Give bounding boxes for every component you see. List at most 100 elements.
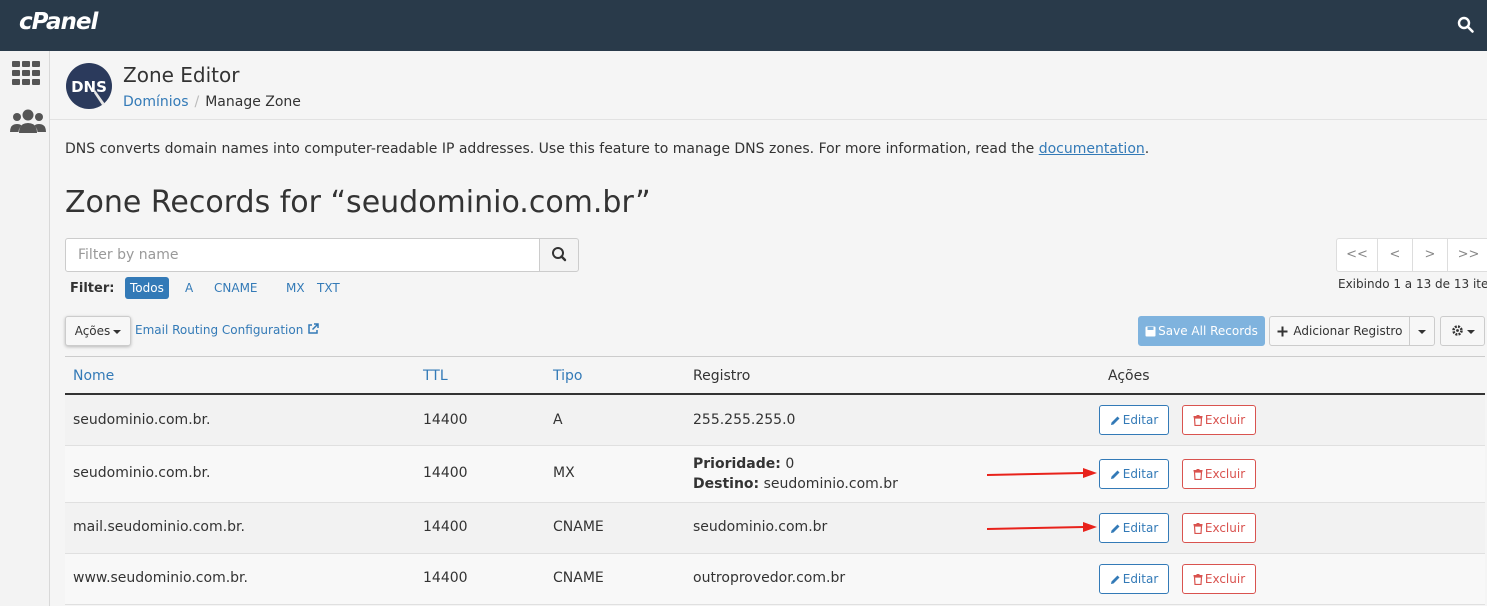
edit-button[interactable]: Editar	[1099, 459, 1169, 489]
zone-records-title: Zone Records for “seudominio.com.br”	[65, 185, 651, 220]
chevron-down-icon	[1466, 329, 1475, 334]
mx-destination: Destino: seudominio.com.br	[693, 476, 898, 492]
pagination-status: Exibindo 1 a 13 de 13 itens	[1338, 277, 1487, 291]
trash-icon	[1193, 467, 1205, 481]
record-ttl: 14400	[423, 412, 468, 428]
edit-button[interactable]: Editar	[1099, 405, 1169, 435]
edit-label: Editar	[1122, 413, 1159, 427]
record-ttl: 14400	[423, 519, 468, 535]
record-ttl: 14400	[423, 570, 468, 586]
main-content: DNS Zone Editor Domínios / Manage Zone DNS…	[50, 51, 1487, 606]
mx-destination-value: seudominio.com.br	[763, 476, 898, 492]
pagination: << < > >>	[1336, 238, 1487, 272]
mx-priority: Prioridade: 0	[693, 456, 794, 472]
page-title: Zone Editor	[123, 63, 240, 87]
column-header-actions: Ações	[1108, 368, 1150, 384]
record-type: MX	[553, 465, 575, 481]
header-divider	[50, 119, 1487, 120]
delete-button[interactable]: Excluir	[1182, 459, 1256, 489]
zone-records-table: Nome TTL Tipo Registro Ações seudominio.…	[65, 356, 1485, 605]
pencil-icon	[1110, 521, 1123, 535]
delete-label: Excluir	[1204, 413, 1246, 427]
column-header-name[interactable]: Nome	[73, 368, 114, 384]
record-name: seudominio.com.br.	[73, 465, 211, 481]
breadcrumb-separator: /	[194, 94, 200, 110]
documentation-link[interactable]: documentation	[1039, 141, 1145, 157]
table-row: seudominio.com.br. 14400 MX Prioridade: …	[65, 446, 1485, 503]
search-icon[interactable]	[1457, 16, 1475, 34]
save-all-records-button[interactable]: Save All Records	[1138, 316, 1265, 346]
filter-search-button[interactable]	[539, 238, 579, 272]
settings-dropdown-button[interactable]	[1440, 316, 1485, 346]
red-arrow-annotation	[987, 522, 1097, 532]
table-header: Nome TTL Tipo Registro Ações	[65, 357, 1485, 395]
table-row: www.seudominio.com.br. 14400 CNAME outro…	[65, 554, 1485, 605]
last-page-button[interactable]: >>	[1447, 239, 1487, 271]
users-icon[interactable]	[10, 106, 46, 136]
chevron-down-icon	[113, 329, 122, 334]
record-value: 255.255.255.0	[693, 412, 796, 428]
mx-priority-label: Prioridade:	[693, 456, 781, 472]
pencil-icon	[1110, 413, 1123, 427]
edit-button[interactable]: Editar	[1099, 513, 1169, 543]
save-icon	[1145, 324, 1158, 338]
description-end: .	[1144, 141, 1150, 157]
email-routing-label: Email Routing Configuration	[135, 323, 304, 337]
page-description: DNS converts domain names into computer-…	[65, 141, 1149, 157]
filter-label: Filter:	[70, 281, 115, 296]
svg-text:DNS: DNS	[71, 78, 107, 96]
actions-dropdown-button[interactable]: Ações	[65, 316, 131, 346]
filter-todos[interactable]: Todos	[125, 277, 169, 299]
edit-button[interactable]: Editar	[1099, 564, 1169, 594]
delete-button[interactable]: Excluir	[1182, 564, 1256, 594]
actions-dropdown-label: Ações	[74, 324, 111, 338]
column-header-type[interactable]: Tipo	[553, 368, 582, 384]
email-routing-link[interactable]: Email Routing Configuration	[135, 323, 319, 337]
record-value: seudominio.com.br	[693, 519, 828, 535]
pencil-icon	[1110, 467, 1123, 481]
column-header-record: Registro	[693, 368, 751, 384]
table-row: mail.seudominio.com.br. 14400 CNAME seud…	[65, 503, 1485, 554]
delete-label: Excluir	[1204, 572, 1246, 586]
filter-mx[interactable]: MX	[281, 277, 310, 299]
cpanel-logo[interactable]: cPanel	[19, 9, 98, 35]
first-page-button[interactable]: <<	[1337, 239, 1377, 271]
delete-button[interactable]: Excluir	[1182, 513, 1256, 543]
column-header-ttl[interactable]: TTL	[423, 368, 448, 384]
gear-icon	[1451, 324, 1464, 338]
delete-button[interactable]: Excluir	[1182, 405, 1256, 435]
edit-label: Editar	[1122, 572, 1159, 586]
description-text: DNS converts domain names into computer-…	[65, 141, 1039, 157]
filter-cname[interactable]: CNAME	[209, 277, 263, 299]
red-arrow-annotation	[987, 468, 1097, 478]
delete-label: Excluir	[1204, 467, 1246, 481]
record-ttl: 14400	[423, 465, 468, 481]
pencil-icon	[1110, 572, 1123, 586]
next-page-button[interactable]: >	[1412, 239, 1447, 271]
add-record-button[interactable]: Adicionar Registro	[1269, 316, 1410, 346]
save-all-label: Save All Records	[1158, 324, 1258, 338]
record-type: A	[553, 412, 563, 428]
filter-txt[interactable]: TXT	[312, 277, 345, 299]
sidebar	[0, 51, 50, 606]
edit-label: Editar	[1122, 467, 1159, 481]
trash-icon	[1193, 572, 1205, 586]
plus-icon	[1277, 324, 1290, 338]
top-bar: cPanel	[0, 0, 1487, 51]
breadcrumb-domains-link[interactable]: Domínios	[123, 94, 189, 110]
prev-page-button[interactable]: <	[1377, 239, 1412, 271]
filter-a[interactable]: A	[180, 277, 198, 299]
mx-priority-value: 0	[785, 456, 795, 472]
filter-by-name-input[interactable]	[65, 238, 540, 272]
record-name: mail.seudominio.com.br.	[73, 519, 245, 535]
trash-icon	[1193, 413, 1205, 427]
external-link-icon	[307, 323, 319, 337]
record-type: CNAME	[553, 519, 604, 535]
trash-icon	[1193, 521, 1205, 535]
add-record-label: Adicionar Registro	[1293, 324, 1403, 338]
record-name: seudominio.com.br.	[73, 412, 211, 428]
apps-grid-icon[interactable]	[10, 59, 44, 89]
dns-icon: DNS	[65, 62, 113, 110]
add-record-dropdown-toggle[interactable]	[1409, 316, 1435, 346]
record-type: CNAME	[553, 570, 604, 586]
